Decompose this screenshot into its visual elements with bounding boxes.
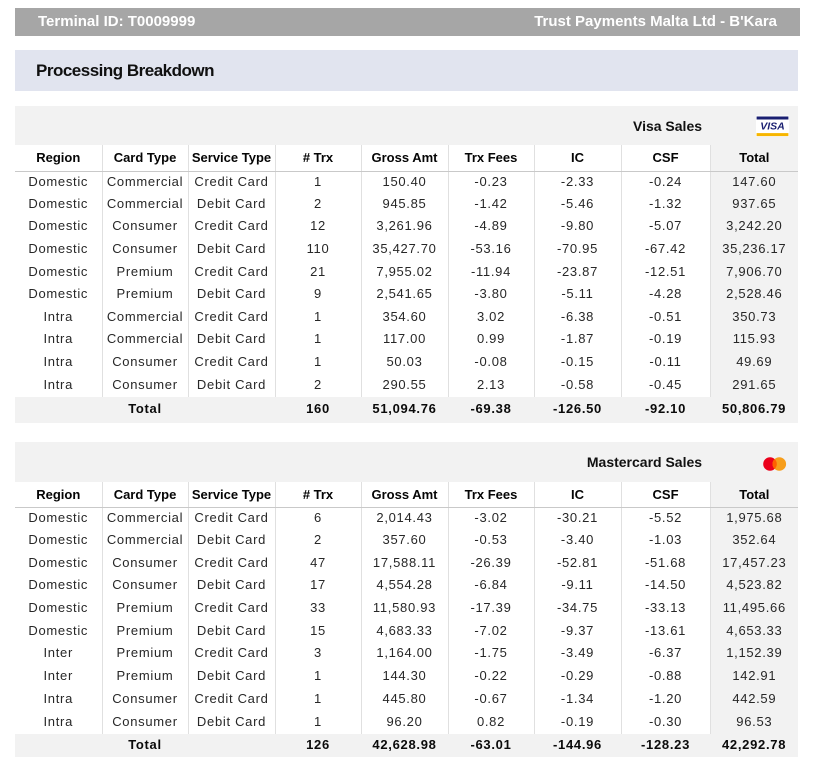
svg-text:VISA: VISA	[760, 120, 785, 132]
